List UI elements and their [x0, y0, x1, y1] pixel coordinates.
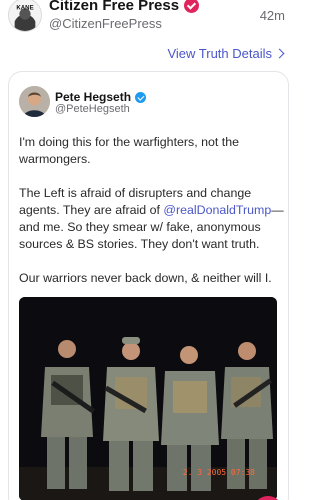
- quoted-display-name[interactable]: Pete Hegseth: [55, 90, 131, 104]
- view-details-label: View Truth Details: [167, 46, 272, 61]
- post-header: KANE Citizen Free Press @CitizenFreePres…: [0, 0, 297, 40]
- post-time: 42m: [259, 8, 285, 23]
- author-handle[interactable]: @CitizenFreePress: [49, 16, 162, 31]
- author-name-row: Citizen Free Press: [49, 0, 200, 14]
- quoted-post-text: I'm doing this for the warfighters, not …: [19, 134, 285, 304]
- view-details-link[interactable]: View Truth Details: [167, 46, 285, 61]
- author-avatar[interactable]: KANE: [8, 0, 42, 32]
- author-avatar-image: KANE: [9, 0, 41, 31]
- chevron-right-icon: [274, 48, 285, 59]
- post-paragraph: I'm doing this for the warfighters, not …: [19, 135, 240, 166]
- photo-timestamp: 2. 3 2005 07:38: [182, 468, 255, 477]
- verified-badge-icon: [135, 91, 147, 103]
- avatar-text: KANE: [16, 4, 33, 11]
- author-display-name[interactable]: Citizen Free Press: [49, 0, 179, 14]
- post-paragraph: The Left is afraid of disrupters and cha…: [19, 185, 285, 253]
- quoted-avatar-image: [19, 86, 50, 117]
- quoted-name-row: Pete Hegseth: [55, 90, 147, 104]
- verified-badge-icon: [184, 0, 200, 13]
- mention-link[interactable]: @realDonaldTrump: [163, 203, 271, 217]
- quoted-handle[interactable]: @PeteHegseth: [55, 103, 130, 115]
- quoted-post-card[interactable]: Pete Hegseth @PeteHegseth I'm doing this…: [8, 71, 289, 500]
- quoted-author-avatar[interactable]: [19, 86, 50, 117]
- post-paragraph: Our warriors never back down, & neither …: [19, 271, 272, 285]
- post-photo[interactable]: 2. 3 2005 07:38: [19, 297, 277, 500]
